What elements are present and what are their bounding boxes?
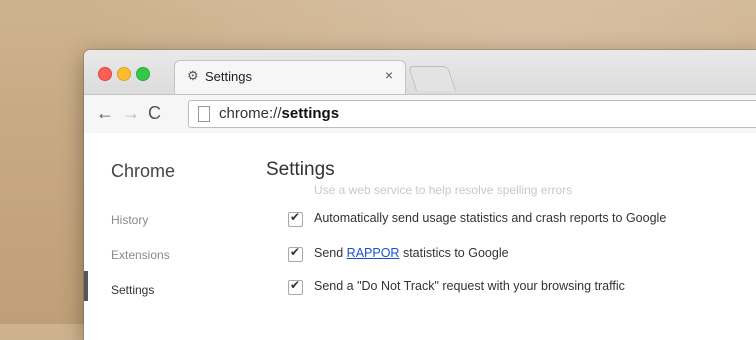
url-scheme: chrome:// bbox=[219, 105, 282, 122]
tab-strip: ⚙ Settings × bbox=[84, 50, 756, 95]
settings-page: Chrome History Extensions Settings Setti… bbox=[84, 133, 756, 340]
minimize-window-button[interactable] bbox=[117, 67, 131, 81]
checkbox-rappor[interactable] bbox=[288, 245, 303, 262]
back-button[interactable]: ← bbox=[96, 103, 114, 123]
option-label-post: statistics to Google bbox=[399, 246, 509, 260]
toolbar: ← → C chrome://settings bbox=[84, 94, 756, 134]
option-label: Send RAPPOR statistics to Google bbox=[314, 246, 509, 260]
close-window-button[interactable] bbox=[98, 67, 112, 81]
tab-settings[interactable]: ⚙ Settings × bbox=[174, 60, 406, 95]
page-icon bbox=[198, 106, 210, 122]
checkbox-do-not-track[interactable] bbox=[288, 278, 303, 295]
zoom-window-button[interactable] bbox=[136, 67, 150, 81]
address-bar[interactable]: chrome://settings bbox=[188, 100, 756, 128]
url-host: settings bbox=[281, 105, 340, 122]
forward-button[interactable]: → bbox=[122, 103, 140, 123]
reload-button[interactable]: C bbox=[148, 103, 161, 123]
new-tab-button[interactable] bbox=[407, 66, 457, 91]
option-label: Send a "Do Not Track" request with your … bbox=[314, 279, 625, 293]
rappor-link[interactable]: RAPPOR bbox=[347, 246, 400, 260]
tab-title: Settings bbox=[205, 69, 252, 84]
browser-window: ⚙ Settings × ← → C chrome://settings Chr… bbox=[84, 50, 756, 340]
gear-icon: ⚙ bbox=[187, 68, 199, 83]
sidebar-title: Chrome bbox=[111, 161, 176, 181]
sidebar-item-settings[interactable]: Settings bbox=[111, 283, 154, 297]
checkbox-usage-stats[interactable] bbox=[288, 210, 303, 227]
close-icon[interactable]: × bbox=[385, 67, 393, 83]
sidebar-item-history[interactable]: History bbox=[111, 213, 148, 227]
option-label-pre: Send bbox=[314, 246, 347, 260]
sidebar-active-indicator bbox=[84, 271, 88, 301]
url-text[interactable]: chrome://settings bbox=[219, 105, 339, 122]
option-label: Automatically send usage statistics and … bbox=[314, 211, 667, 225]
faded-option-text: Use a web service to help resolve spelli… bbox=[314, 183, 573, 197]
sidebar-item-extensions[interactable]: Extensions bbox=[111, 248, 170, 262]
page-title: Settings bbox=[266, 159, 335, 180]
